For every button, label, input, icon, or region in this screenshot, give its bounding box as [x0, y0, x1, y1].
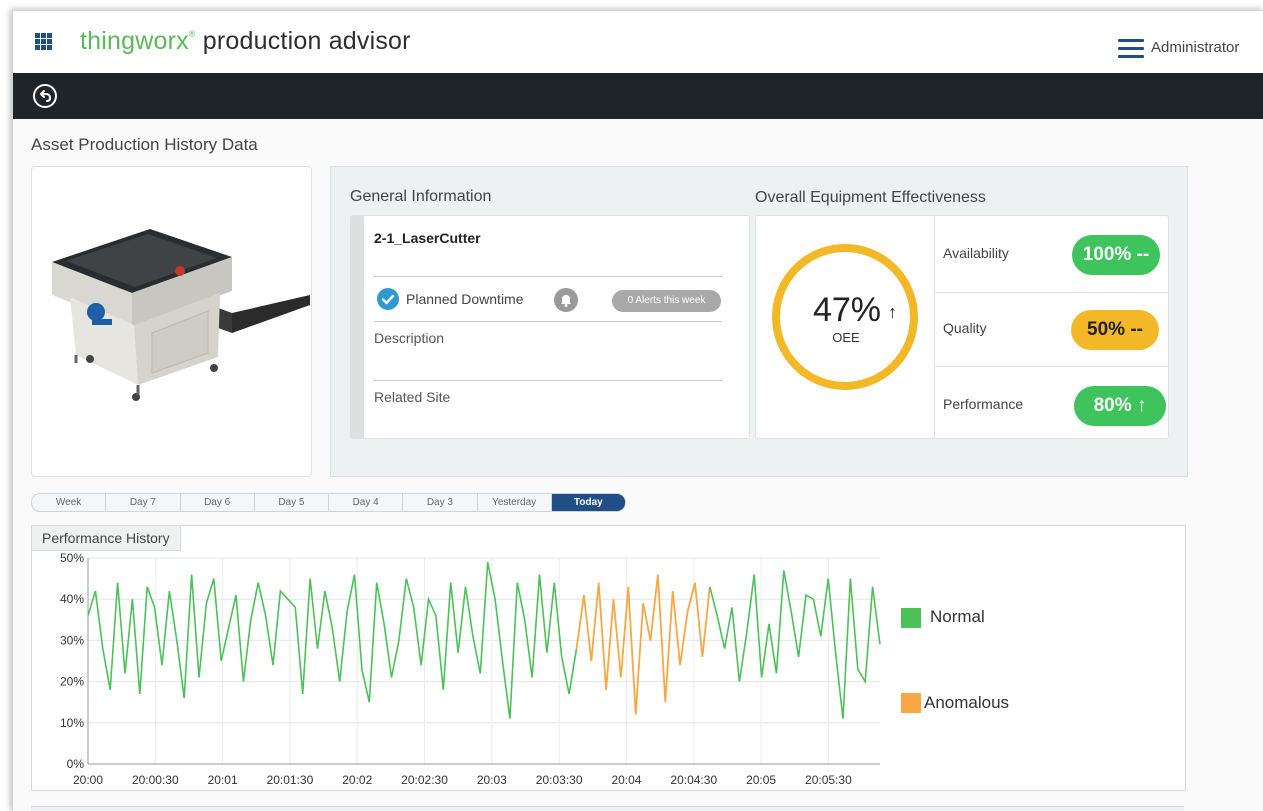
asset-info-panel: General Information Overall Equipment Ef…: [330, 166, 1188, 477]
legend-anomalous-swatch: [901, 693, 921, 713]
nav-bar: [13, 73, 1263, 119]
performance-badge: 80% ↑: [1074, 386, 1166, 426]
description-label: Description: [374, 330, 445, 346]
performance-history-tab[interactable]: Performance History: [32, 526, 181, 551]
page-title: Asset Production History Data: [31, 135, 258, 154]
x-tick-label: 20:00:30: [132, 773, 179, 787]
x-tick-label: 20:02: [342, 773, 372, 787]
x-tick-label: 20:05: [746, 773, 776, 787]
x-tick-label: 20:03:30: [536, 773, 583, 787]
laser-cutter-image: [52, 229, 310, 401]
metric-row-availability: Availability 100% --: [935, 216, 1168, 293]
status-label: Planned Downtime: [406, 291, 524, 307]
series-line-anomalous: [575, 574, 711, 715]
metric-label: Availability: [943, 245, 1009, 261]
range-week[interactable]: Week: [32, 494, 107, 511]
y-tick-label: 20%: [60, 675, 84, 689]
back-icon[interactable]: [32, 83, 58, 109]
general-info-title: General Information: [350, 188, 492, 205]
app-launcher-icon[interactable]: [35, 33, 53, 51]
y-tick-label: 40%: [60, 592, 84, 606]
quality-badge: 50% --: [1071, 310, 1159, 350]
brand-mark: ®: [188, 29, 196, 39]
range-day-3[interactable]: Day 3: [403, 494, 478, 511]
x-tick-label: 20:05:30: [805, 773, 852, 787]
x-tick-label: 20:01: [208, 773, 238, 787]
x-tick-label: 20:01:30: [267, 773, 314, 787]
oee-value: 47%: [812, 291, 882, 329]
brand-name: thingworx: [80, 27, 189, 55]
metric-row-quality: Quality 50% --: [935, 292, 1168, 367]
y-tick-label: 50%: [60, 551, 84, 565]
x-tick-label: 20:03: [477, 773, 507, 787]
legend-anomalous-label: Anomalous: [924, 693, 1010, 712]
x-tick-label: 20:04:30: [670, 773, 717, 787]
app-brand: thingworx® production advisor: [80, 27, 411, 56]
metric-label: Performance: [943, 396, 1024, 412]
oee-title: Overall Equipment Effectiveness: [755, 189, 986, 206]
bell-icon[interactable]: [554, 288, 578, 312]
app-window: thingworx® production advisor Administra…: [12, 10, 1263, 811]
hamburger-menu-icon[interactable]: [1118, 39, 1144, 59]
range-day-5[interactable]: Day 5: [255, 494, 329, 511]
range-today[interactable]: Today: [551, 494, 625, 511]
check-circle-icon: [377, 288, 399, 310]
up-arrow-icon: ↑: [888, 302, 897, 322]
general-info-card: 2-1_LaserCutter Planned Downtime 0 Alert…: [350, 215, 750, 439]
top-bar: thingworx® production advisor Administra…: [13, 11, 1263, 73]
range-day-7[interactable]: Day 7: [106, 494, 181, 511]
alerts-badge[interactable]: 0 Alerts this week: [612, 290, 721, 312]
time-range-selector: Week Day 7 Day 6 Day 5 Day 4 Day 3 Yeste…: [31, 493, 626, 512]
user-name[interactable]: Administrator: [1151, 39, 1239, 56]
metric-label: Quality: [943, 320, 987, 336]
asset-image-card: [31, 166, 312, 477]
asset-name: 2-1_LaserCutter: [374, 230, 481, 246]
availability-badge: 100% --: [1072, 235, 1160, 275]
range-yesterday[interactable]: Yesterday: [478, 494, 552, 511]
performance-history-panel: Performance History 0% 10% 20% 30% 40% 50% 20:…: [31, 525, 1186, 791]
series-line-normal: [709, 570, 881, 719]
range-day-6[interactable]: Day 6: [181, 494, 255, 511]
divider: [374, 380, 722, 381]
divider: [374, 276, 722, 277]
oee-label: OEE: [832, 330, 860, 345]
y-tick-label: 30%: [60, 633, 84, 647]
legend-normal-label: Normal: [930, 607, 985, 626]
x-tick-label: 20:02:30: [401, 773, 448, 787]
y-tick-label: 10%: [60, 716, 84, 730]
performance-chart: 0% 10% 20% 30% 40% 50% 20:00 20:00:30 20:01 20:01…: [60, 551, 881, 787]
x-tick-label: 20:04: [611, 773, 641, 787]
x-tick-label: 20:00: [73, 773, 103, 787]
metric-row-performance: Performance 80% ↑: [935, 366, 1168, 438]
app-name: production advisor: [202, 27, 411, 55]
related-site-label: Related Site: [374, 389, 451, 405]
range-day-4[interactable]: Day 4: [329, 494, 404, 511]
bottom-panel-edge: [31, 806, 1184, 811]
oee-card: 47% ↑ OEE Availability 100% -- Quality 5…: [755, 215, 1169, 439]
legend-normal-swatch: [901, 608, 921, 628]
y-tick-label: 0%: [67, 757, 85, 771]
divider: [374, 321, 722, 322]
